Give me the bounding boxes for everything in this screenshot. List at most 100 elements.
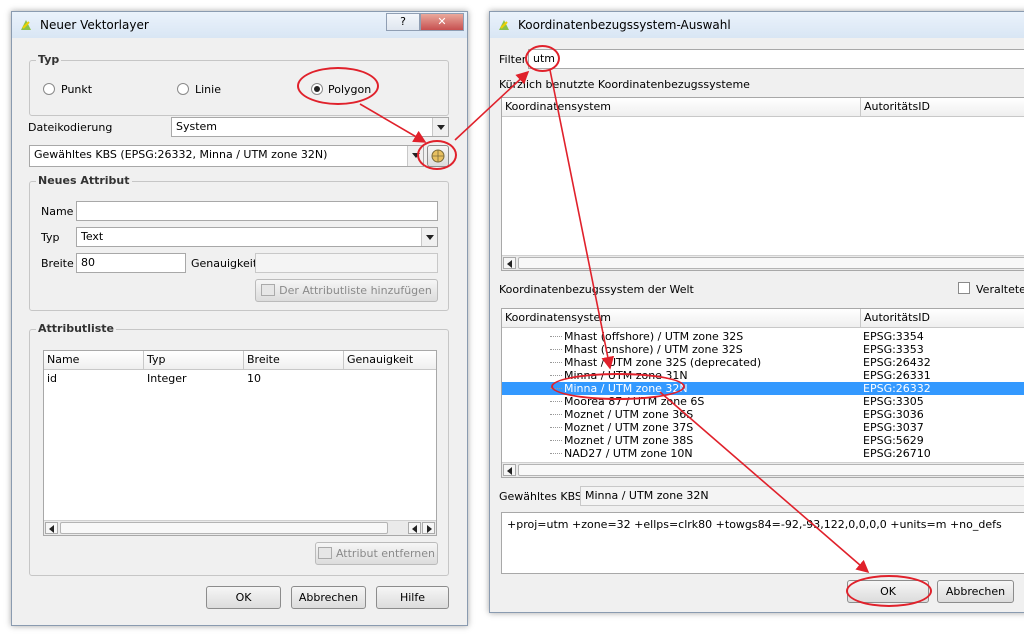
crs-authority-id: EPSG:26432 — [863, 356, 931, 369]
crs-authority-id: EPSG:5629 — [863, 434, 924, 447]
name-input[interactable] — [76, 201, 438, 221]
add-to-attribute-list-button[interactable]: Der Attributliste hinzufügen — [255, 279, 438, 302]
column-header-width[interactable]: Breite — [244, 351, 344, 370]
tree-connector — [550, 336, 562, 337]
scroll-thumb[interactable] — [60, 522, 388, 534]
crs-list-item[interactable]: Moznet / UTM zone 36S EPSG:3036 — [502, 408, 1024, 421]
scroll-right-icon[interactable] — [422, 522, 435, 534]
close-button[interactable]: ✕ — [420, 13, 464, 31]
crs-authority-id: EPSG:3036 — [863, 408, 924, 421]
annotation-minna-circle — [551, 373, 685, 400]
line-label: Linie — [195, 83, 221, 96]
scroll-left-icon[interactable] — [408, 522, 421, 534]
tree-connector — [550, 414, 562, 415]
title-bar[interactable]: Neuer Vektorlayer ? ✕ — [12, 12, 467, 38]
column-header-authority-id[interactable]: AutoritätsID — [861, 309, 1024, 328]
proj-string-box[interactable]: +proj=utm +zone=32 +ellps=clrk80 +towgs8… — [501, 512, 1024, 574]
tree-connector — [550, 349, 562, 350]
deprecated-label: Veraltete K — [976, 283, 1024, 296]
chevron-down-icon — [421, 228, 437, 246]
dialog-title: Koordinatenbezugssystem-Auswahl — [518, 18, 731, 32]
table-row[interactable]: id Integer 10 — [44, 372, 436, 386]
remove-attribute-icon — [317, 547, 332, 559]
name-label: Name — [41, 205, 74, 218]
new-attribute-label: Neues Attribut — [36, 174, 132, 187]
remove-attribute-label: Attribut entfernen — [335, 547, 436, 560]
annotation-ok-circle — [846, 575, 932, 607]
type-group: Typ Punkt Linie Polygon — [29, 53, 449, 116]
column-header-precision[interactable]: Genauigkeit — [344, 351, 436, 370]
deprecated-checkbox[interactable] — [958, 282, 970, 294]
ok-button[interactable]: OK — [206, 586, 281, 609]
column-header-type[interactable]: Typ — [144, 351, 244, 370]
point-label: Punkt — [61, 83, 93, 96]
recent-crs-table[interactable]: Koordinatensystem AutoritätsID — [501, 97, 1024, 271]
tree-connector — [550, 427, 562, 428]
recent-crs-label: Kürzlich benutzte Koordinatenbezugssyste… — [499, 78, 750, 91]
encoding-value: System — [176, 120, 218, 133]
qgis-logo-icon — [21, 20, 31, 30]
scroll-left-icon[interactable] — [503, 257, 516, 269]
crs-list-item[interactable]: Mhast / UTM zone 32S (deprecated) EPSG:26… — [502, 356, 1024, 369]
crs-authority-id: EPSG:26332 — [863, 382, 931, 395]
crs-value: Gewähltes KBS (EPSG:26332, Minna / UTM z… — [34, 148, 328, 161]
encoding-select[interactable]: System — [171, 117, 449, 137]
tree-connector — [550, 440, 562, 441]
crs-name: Mhast (onshore) / UTM zone 32S — [564, 343, 743, 356]
crs-name: Moznet / UTM zone 37S — [564, 421, 694, 434]
selected-crs-field: Minna / UTM zone 32N — [580, 486, 1024, 506]
help-button[interactable]: Hilfe — [376, 586, 449, 609]
cancel-button[interactable]: Abbrechen — [291, 586, 366, 609]
cell-name: id — [47, 372, 58, 385]
scroll-left-icon[interactable] — [503, 464, 516, 476]
column-header-authority-id[interactable]: AutoritätsID — [861, 98, 1024, 117]
tree-connector — [550, 362, 562, 363]
scroll-thumb[interactable] — [518, 464, 1024, 476]
title-bar[interactable]: Koordinatenbezugssystem-Auswahl — [490, 12, 1024, 38]
point-radio[interactable] — [43, 83, 55, 95]
crs-name: Mhast / UTM zone 32S (deprecated) — [564, 356, 762, 369]
line-radio[interactable] — [177, 83, 189, 95]
scroll-left-icon[interactable] — [45, 522, 58, 534]
cell-width: 10 — [247, 372, 261, 385]
crs-name: NAD27 / UTM zone 10N — [564, 447, 693, 460]
help-title-button[interactable]: ? — [386, 13, 420, 31]
attribute-list-group: Attributliste Name Typ Breite Genauigkei… — [29, 322, 449, 576]
width-input[interactable]: 80 — [76, 253, 186, 273]
crs-name: Moznet / UTM zone 38S — [564, 434, 694, 447]
precision-input[interactable] — [255, 253, 438, 273]
chevron-down-icon — [432, 118, 448, 136]
add-attribute-icon — [261, 284, 276, 296]
column-header-name[interactable]: Name — [44, 351, 144, 370]
annotation-filter-circle — [525, 45, 560, 72]
attr-type-select[interactable]: Text — [76, 227, 438, 247]
proj-string: +proj=utm +zone=32 +ellps=clrk80 +towgs8… — [507, 518, 1002, 531]
column-header-crs[interactable]: Koordinatensystem — [502, 309, 861, 328]
crs-name: Moznet / UTM zone 36S — [564, 408, 694, 421]
attr-horizontal-scrollbar[interactable] — [44, 520, 436, 535]
world-horizontal-scrollbar[interactable] — [502, 462, 1024, 477]
crs-list-item[interactable]: Moznet / UTM zone 37S EPSG:3037 — [502, 421, 1024, 434]
crs-list-item[interactable]: Mhast (onshore) / UTM zone 32S EPSG:3353 — [502, 343, 1024, 356]
qgis-logo-icon — [499, 20, 509, 30]
column-header-crs[interactable]: Koordinatensystem — [502, 98, 861, 117]
crs-authority-id: EPSG:26710 — [863, 447, 931, 460]
cancel-button[interactable]: Abbrechen — [937, 580, 1014, 603]
crs-select[interactable]: Gewähltes KBS (EPSG:26332, Minna / UTM z… — [29, 145, 424, 167]
remove-attribute-button[interactable]: Attribut entfernen — [315, 542, 438, 565]
annotation-polygon-circle — [297, 67, 379, 105]
crs-list-item[interactable]: NAD27 / UTM zone 10N EPSG:26710 — [502, 447, 1024, 460]
crs-name: Mhast (offshore) / UTM zone 32S — [564, 330, 744, 343]
type-label: Typ — [41, 231, 60, 244]
world-crs-label: Koordinatenbezugssystem der Welt — [499, 283, 694, 296]
crs-list-item[interactable]: Mhast (offshore) / UTM zone 32S EPSG:3354 — [502, 330, 1024, 343]
type-group-label: Typ — [36, 53, 62, 66]
scroll-thumb[interactable] — [518, 257, 1024, 269]
precision-label: Genauigkeit — [191, 257, 258, 270]
attribute-table[interactable]: Name Typ Breite Genauigkeit id Integer 1… — [43, 350, 437, 536]
recent-horizontal-scrollbar[interactable] — [502, 255, 1024, 270]
crs-list-item[interactable]: Moznet / UTM zone 38S EPSG:5629 — [502, 434, 1024, 447]
add-attribute-label: Der Attributliste hinzufügen — [279, 284, 432, 297]
width-label: Breite — [41, 257, 74, 270]
filter-input[interactable]: utm — [528, 49, 1024, 69]
